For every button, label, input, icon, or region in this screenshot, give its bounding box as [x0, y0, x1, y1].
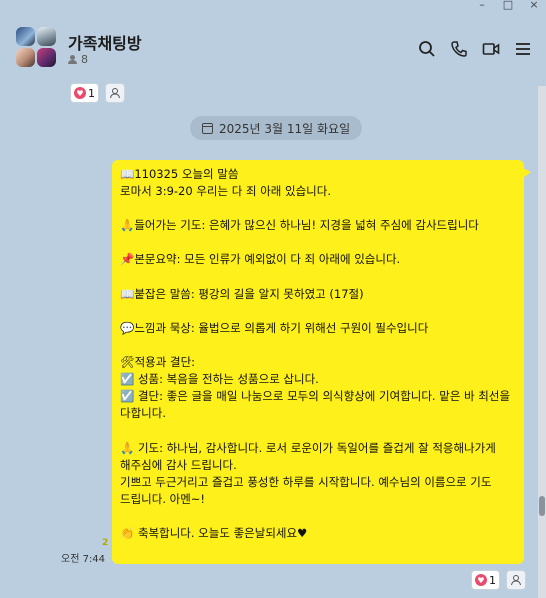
search-icon[interactable]	[418, 40, 436, 58]
member-avatar	[37, 48, 56, 67]
member-avatar	[16, 48, 35, 67]
message-reactions: ♥ 1	[471, 570, 526, 590]
message-line: 📌본문요약: 모든 인류가 예외없이 다 죄 아래에 있습니다.	[120, 252, 401, 267]
header-toolbar	[418, 40, 532, 58]
heart-reaction-count: 1	[88, 86, 95, 100]
message-line	[120, 337, 514, 354]
chat-scrollbar[interactable]	[538, 86, 546, 598]
date-divider: 2025년 3월 11일 화요일	[190, 116, 363, 140]
person-icon	[511, 575, 521, 586]
message-line: 📖붙잡은 말씀: 평강의 길을 알지 못하였고 (17절)	[120, 286, 364, 301]
video-call-icon[interactable]	[482, 40, 500, 58]
message-line: 👏 축복합니다. 오늘도 좋은날되세요♥	[120, 525, 308, 540]
person-icon	[110, 88, 120, 99]
message-line: 💬느낌과 묵상: 율법으로 의롭게 하기 위해선 구원이 필수입니다	[120, 320, 429, 335]
message-time: 오전 7:44	[61, 554, 106, 565]
message-line	[120, 269, 514, 286]
message-line	[120, 422, 514, 439]
chat-room-title[interactable]: 가족채팅방	[68, 30, 142, 54]
date-divider-label: 2025년 3월 11일 화요일	[219, 121, 351, 136]
message-line: ☑️ 결단: 좋은 글을 매일 나눔으로 모두의 의식향상에 기여합니다. 맡은…	[120, 389, 514, 421]
previous-message-reactions: ♥ 1	[70, 83, 125, 103]
message-line: 🙏 기도: 하나님, 감사합니다. 로서 로운이가 독일어를 즐겁게 잘 적응해…	[120, 440, 500, 472]
heart-icon: ♥	[74, 87, 86, 99]
heart-reaction-button[interactable]: ♥ 1	[471, 570, 500, 590]
minimize-button[interactable]: –	[476, 0, 488, 12]
menu-icon[interactable]	[514, 40, 532, 58]
message-line: 🙏들어가는 기도: 은혜가 많으신 하나님! 지경을 넓혀 주심에 감사드립니다	[120, 218, 479, 233]
message-line	[120, 200, 514, 217]
message-line: 🛠적용과 결단:	[120, 355, 196, 370]
member-count[interactable]: 8	[68, 53, 88, 66]
heart-icon: ♥	[475, 574, 487, 586]
message-line: ☑️ 성품: 복음을 전하는 성품으로 삽니다.	[120, 372, 319, 387]
member-avatar	[37, 27, 56, 46]
close-button[interactable]: ×	[528, 0, 540, 12]
maximize-button[interactable]: □	[502, 0, 514, 12]
message-line	[120, 234, 514, 251]
message-line	[120, 508, 514, 525]
message-line: 로마서 3:9-20 우리는 다 죄 아래 있습니다.	[120, 184, 331, 199]
member-avatar	[16, 27, 35, 46]
scrollbar-thumb[interactable]	[539, 496, 545, 516]
member-count-value: 8	[81, 53, 88, 66]
calendar-icon	[202, 122, 213, 134]
window-controls: – □ ×	[476, 0, 540, 12]
unread-count: 2	[102, 538, 109, 548]
reaction-members-button[interactable]	[506, 570, 526, 590]
message-bubble[interactable]: 📖110325 오늘의 말씀로마서 3:9-20 우리는 다 죄 아래 있습니다…	[112, 160, 531, 564]
chat-room-avatar[interactable]	[16, 27, 58, 69]
message-line: 기쁘고 두근거리고 즐겁고 풍성한 하루를 시작합니다. 예수님의 이름으로 기…	[120, 474, 496, 506]
heart-reaction-button[interactable]: ♥ 1	[70, 83, 99, 103]
message-line	[120, 303, 514, 320]
chat-header: – □ × 가족채팅방 8	[0, 0, 546, 86]
phone-icon[interactable]	[450, 40, 468, 58]
reaction-members-button[interactable]	[105, 83, 125, 103]
person-icon	[68, 55, 77, 64]
message-line: 📖110325 오늘의 말씀	[120, 167, 239, 181]
heart-reaction-count: 1	[489, 573, 496, 587]
